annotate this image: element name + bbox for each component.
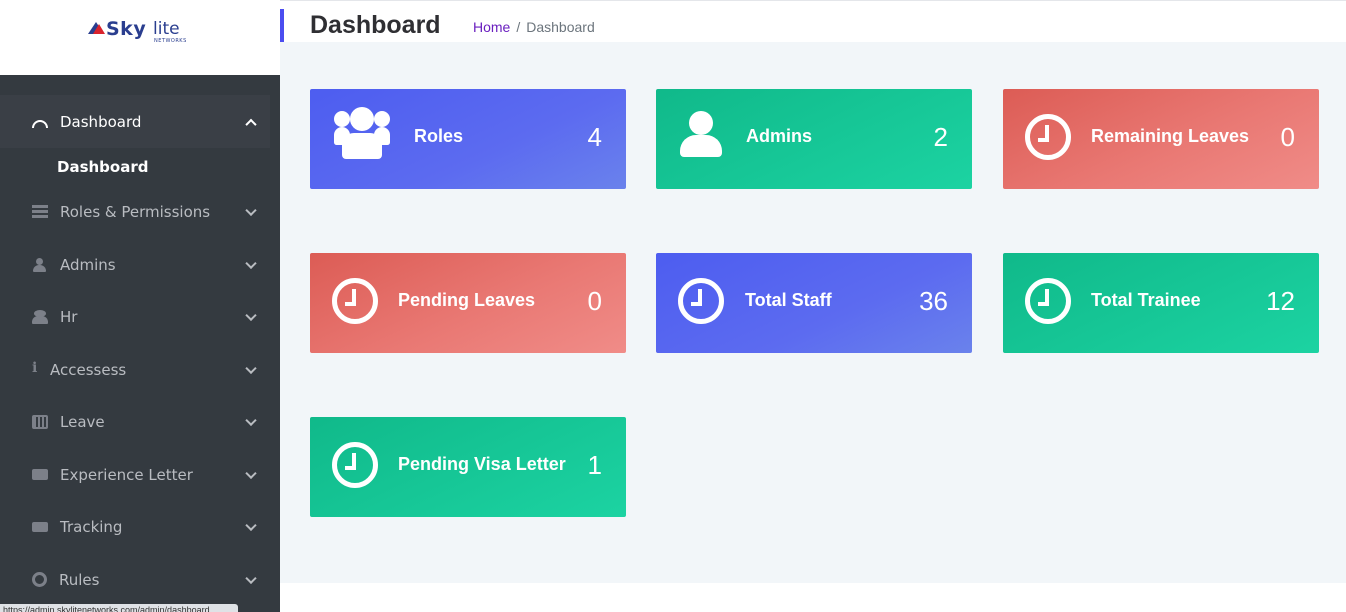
clock-icon (678, 278, 724, 324)
chevron-down-icon (245, 309, 257, 322)
sidebar-item-leave[interactable]: Leave (0, 396, 280, 449)
dashboard-main: Roles 4 Admins 2 Remaining Leaves 0 Pend… (280, 42, 1346, 583)
card-roles[interactable]: Roles 4 (310, 89, 626, 189)
page-title: Dashboard (310, 11, 441, 39)
sidebar-item-label: Leave (60, 413, 105, 432)
card-count: 0 (587, 286, 602, 316)
card-label: Total Staff (745, 290, 832, 310)
life-ring-icon (32, 572, 47, 588)
card-count: 36 (919, 286, 948, 316)
info-icon (32, 360, 38, 377)
sidebar-subitem-dashboard[interactable]: Dashboard (0, 148, 280, 186)
card-label: Total Trainee (1091, 290, 1201, 310)
user-icon (680, 111, 722, 157)
sidebar-item-label: Experience Letter (60, 465, 193, 484)
card-count: 1 (587, 450, 602, 480)
clock-icon (1025, 278, 1071, 324)
sidebar-nav: Dashboard Dashboard Roles & Permissions … (0, 95, 280, 606)
sidebar-item-label: Rules (59, 570, 100, 589)
chevron-down-icon (245, 467, 257, 479)
sidebar-item-roles-permissions[interactable]: Roles & Permissions (0, 186, 280, 239)
dashboard-icon (32, 119, 48, 128)
skylite-logo[interactable]: Sky lite NETWORKS (88, 18, 208, 48)
clock-icon (332, 442, 378, 488)
card-admins[interactable]: Admins 2 (656, 89, 972, 189)
users-icon (32, 310, 48, 325)
card-count: 2 (933, 122, 948, 152)
list-icon (32, 205, 48, 220)
breadcrumb-separator: / (516, 19, 521, 35)
card-total-trainee[interactable]: Total Trainee 12 (1003, 253, 1319, 353)
sidebar-item-label: Hr (60, 308, 78, 327)
card-label: Admins (746, 126, 813, 146)
card-pending-leaves[interactable]: Pending Leaves 0 (310, 253, 626, 353)
sidebar-item-hr[interactable]: Hr (0, 291, 280, 344)
sidebar-item-rules[interactable]: Rules (0, 554, 280, 607)
sidebar-item-label: Dashboard (60, 112, 142, 131)
card-label: Remaining Leaves (1091, 126, 1250, 146)
chevron-down-icon (245, 362, 257, 374)
user-icon (32, 257, 48, 272)
card-count: 4 (587, 122, 602, 152)
chevron-down-icon (245, 257, 257, 269)
sidebar-item-experience-letter[interactable]: Experience Letter (0, 449, 280, 502)
chevron-down-icon (245, 414, 257, 427)
card-label: Roles (414, 126, 464, 146)
breadcrumb-home-link[interactable]: Home (473, 19, 510, 35)
logo-subtext: NETWORKS (154, 38, 187, 44)
breadcrumb-current: Dashboard (526, 19, 595, 35)
sidebar-item-label: Tracking (60, 518, 123, 537)
card-pending-visa-letter[interactable]: Pending Visa Letter 1 (310, 417, 626, 517)
breadcrumb: Home / Dashboard (473, 19, 595, 35)
users-icon (334, 107, 390, 161)
logo-text-bold: Sky (106, 18, 147, 40)
brand-area[interactable]: Sky lite NETWORKS (0, 0, 280, 75)
sidebar-item-label: Admins (60, 255, 116, 274)
card-remaining-leaves[interactable]: Remaining Leaves 0 (1003, 89, 1319, 189)
calendar-icon (32, 415, 48, 430)
clock-icon (332, 278, 378, 324)
header-accent-bar (280, 9, 284, 45)
sidebar: Sky lite NETWORKS Dashboard Dashboard Ro… (0, 0, 280, 612)
envelope-icon (32, 469, 48, 481)
sidebar-item-admins[interactable]: Admins (0, 239, 280, 292)
sidebar-item-accessess[interactable]: Accessess (0, 344, 280, 397)
card-label: Pending Visa Letter (398, 454, 566, 474)
clock-icon (1025, 114, 1071, 160)
sidebar-item-dashboard[interactable]: Dashboard (0, 95, 270, 148)
page-header: Dashboard Home / Dashboard (280, 0, 1346, 45)
chevron-down-icon (245, 519, 257, 532)
sidebar-item-label: Accessess (50, 360, 127, 379)
logo-triangle-accent-icon (93, 24, 105, 34)
sidebar-item-tracking[interactable]: Tracking (0, 501, 280, 554)
chevron-down-icon (245, 572, 257, 584)
logo-text-light: lite (153, 19, 180, 39)
card-label: Pending Leaves (398, 290, 536, 310)
browser-status-url: https://admin.skylitenetworks.com/admin/… (0, 604, 238, 612)
chevron-down-icon (245, 204, 257, 217)
chevron-up-icon (245, 118, 257, 130)
card-count: 0 (1280, 122, 1295, 152)
sidebar-item-label: Roles & Permissions (60, 203, 211, 222)
page-footer (280, 583, 1346, 612)
card-count: 12 (1266, 286, 1295, 316)
card-total-staff[interactable]: Total Staff 36 (656, 253, 972, 353)
truck-icon (32, 522, 48, 533)
